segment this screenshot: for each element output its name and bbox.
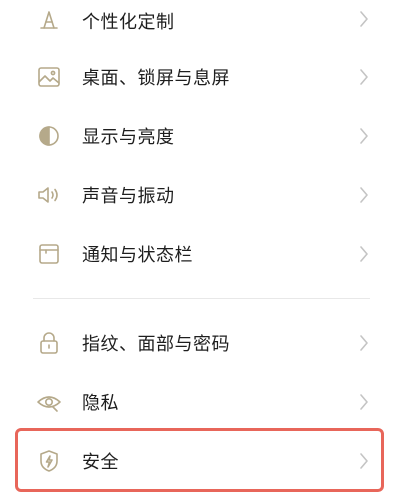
settings-item-label: 安全 (82, 451, 119, 473)
settings-item-label: 隐私 (82, 392, 119, 414)
lock-icon (36, 330, 62, 356)
display-brightness-icon (36, 123, 62, 149)
settings-item-personalization[interactable]: 个性化定制 (0, 0, 400, 47)
settings-item-label: 个性化定制 (82, 12, 175, 33)
chevron-right-icon (358, 334, 370, 352)
chevron-right-icon (358, 245, 370, 263)
settings-item-security[interactable]: 安全 (0, 431, 400, 490)
settings-group-display: 个性化定制 桌面、锁屏与息屏 显示与亮度 声音与振动 通知与状态栏 (0, 0, 400, 283)
privacy-eye-icon (36, 389, 62, 415)
settings-item-wallpaper[interactable]: 桌面、锁屏与息屏 (0, 47, 400, 106)
settings-screen: 个性化定制 桌面、锁屏与息屏 显示与亮度 声音与振动 通知与状态栏 指纹、面部与… (0, 0, 400, 503)
settings-item-label: 显示与亮度 (82, 126, 175, 148)
settings-item-label: 声音与振动 (82, 185, 175, 207)
wallpaper-icon (36, 64, 62, 90)
settings-item-label: 指纹、面部与密码 (82, 333, 230, 355)
settings-group-security: 指纹、面部与密码 隐私 安全 (0, 313, 400, 490)
section-divider (33, 298, 370, 299)
chevron-right-icon (358, 186, 370, 204)
chevron-right-icon (358, 127, 370, 145)
settings-item-label: 桌面、锁屏与息屏 (82, 67, 230, 89)
chevron-right-icon (358, 393, 370, 411)
security-shield-icon (36, 448, 62, 474)
chevron-right-icon (358, 68, 370, 86)
notification-icon (36, 241, 62, 267)
settings-item-notification-statusbar[interactable]: 通知与状态栏 (0, 224, 400, 283)
settings-item-label: 通知与状态栏 (82, 244, 193, 266)
sound-icon (36, 182, 62, 208)
chevron-right-icon (358, 10, 370, 28)
settings-item-fingerprint-face-password[interactable]: 指纹、面部与密码 (0, 313, 400, 372)
settings-item-display-brightness[interactable]: 显示与亮度 (0, 106, 400, 165)
settings-item-sound-vibration[interactable]: 声音与振动 (0, 165, 400, 224)
settings-item-privacy[interactable]: 隐私 (0, 372, 400, 431)
chevron-right-icon (358, 452, 370, 470)
personalization-icon (36, 6, 62, 32)
